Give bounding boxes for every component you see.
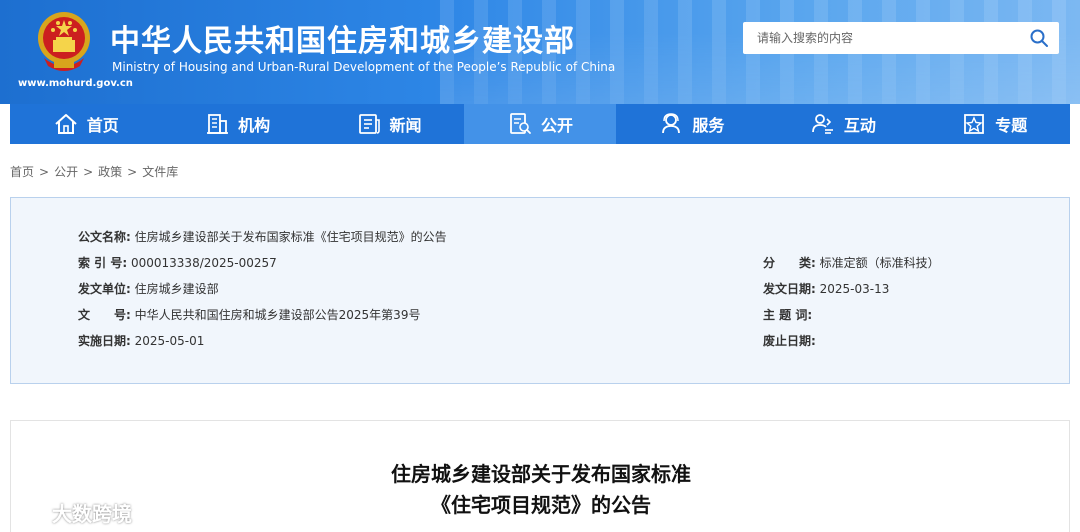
meta-date-row: 发文日期: 2025-03-13: [763, 280, 889, 297]
nav-label: 公开: [540, 116, 573, 135]
document-title-line2: 《住宅项目规范》的公告: [431, 493, 651, 517]
document-metadata: 公文名称: 住房城乡建设部关于发布国家标准《住宅项目规范》的公告 索 引 号: …: [10, 197, 1070, 384]
main-nav: 首页 机构 新闻 公开 服务 互动 专题: [10, 104, 1070, 144]
meta-effective-row: 实施日期: 2025-05-01: [78, 332, 204, 349]
meta-repeal-label: 废止日期:: [763, 334, 816, 348]
topic-icon: [964, 114, 985, 134]
watermark: 大数跨境: [10, 498, 132, 527]
nav-item-service[interactable]: 服务: [616, 104, 767, 144]
breadcrumb-separator: >: [83, 165, 94, 179]
site-url: www.mohurd.gov.cn: [18, 78, 133, 89]
nav-label: 首页: [86, 116, 119, 135]
building-icon: [207, 114, 229, 134]
nav-item-disclosure[interactable]: 公开: [464, 104, 616, 144]
watermark-text: 大数跨境: [52, 502, 132, 526]
meta-category-row: 分 类: 标准定额（标准科技）: [763, 254, 940, 271]
breadcrumb: 首页 > 公开 > 政策 > 文件库: [10, 163, 178, 180]
meta-docno-label: 文 号:: [78, 308, 131, 322]
search-icon[interactable]: [1029, 28, 1049, 48]
meta-effective-label: 实施日期:: [78, 334, 131, 348]
service-icon: [662, 113, 681, 134]
nav-item-news[interactable]: 新闻: [313, 104, 464, 144]
nav-label: 新闻: [389, 116, 422, 135]
nav-label: 机构: [238, 116, 271, 135]
home-icon: [55, 114, 77, 134]
search-input[interactable]: [743, 22, 1013, 54]
meta-name-row: 公文名称: 住房城乡建设部关于发布国家标准《住宅项目规范》的公告: [78, 228, 447, 245]
breadcrumb-home[interactable]: 首页: [10, 165, 34, 179]
watermark-logo-icon: [12, 503, 46, 522]
meta-index-row: 索 引 号: 000013338/2025-00257: [78, 254, 277, 271]
breadcrumb-separator: >: [39, 165, 50, 179]
news-icon: [358, 114, 380, 134]
breadcrumb-disclosure[interactable]: 公开: [54, 165, 78, 179]
breadcrumb-separator: >: [127, 165, 138, 179]
meta-index-label: 索 引 号:: [78, 256, 128, 270]
nav-item-topic[interactable]: 专题: [919, 104, 1070, 144]
meta-subject-label: 主 题 词:: [763, 308, 813, 322]
meta-date-value: 2025-03-13: [819, 282, 890, 296]
meta-date-label: 发文日期:: [763, 282, 816, 296]
meta-repeal-row: 废止日期:: [763, 332, 820, 349]
nav-item-interaction[interactable]: 互动: [767, 104, 918, 144]
breadcrumb-policy[interactable]: 政策: [98, 165, 122, 179]
interaction-icon: [811, 114, 833, 134]
document-content: 住房城乡建设部关于发布国家标准 《住宅项目规范》的公告: [10, 420, 1070, 532]
site-subtitle-en: Ministry of Housing and Urban-Rural Deve…: [112, 60, 616, 74]
site-title[interactable]: 中华人民共和国住房和城乡建设部: [110, 16, 575, 60]
nav-item-organization[interactable]: 机构: [161, 104, 312, 144]
meta-name-value: 住房城乡建设部关于发布国家标准《住宅项目规范》的公告: [134, 230, 447, 244]
meta-index-value: 000013338/2025-00257: [130, 256, 277, 270]
meta-category-label: 分 类:: [763, 256, 816, 270]
meta-docno-row: 文 号: 中华人民共和国住房和城乡建设部公告2025年第39号: [78, 306, 420, 323]
document-title: 住房城乡建设部关于发布国家标准 《住宅项目规范》的公告: [11, 459, 1071, 521]
disclosure-icon: [510, 113, 531, 134]
national-emblem-icon[interactable]: [36, 10, 92, 74]
breadcrumb-library[interactable]: 文件库: [142, 165, 178, 179]
nav-item-home[interactable]: 首页: [10, 104, 161, 144]
meta-category-value: 标准定额（标准科技）: [819, 256, 940, 270]
nav-label: 服务: [692, 116, 725, 135]
meta-name-label: 公文名称:: [78, 230, 131, 244]
meta-issuer-row: 发文单位: 住房城乡建设部: [78, 280, 219, 297]
site-header: www.mohurd.gov.cn 中华人民共和国住房和城乡建设部 Minist…: [0, 0, 1080, 104]
nav-label: 专题: [995, 116, 1028, 135]
meta-docno-value: 中华人民共和国住房和城乡建设部公告2025年第39号: [134, 308, 421, 322]
nav-label: 互动: [843, 116, 876, 135]
meta-issuer-value: 住房城乡建设部: [134, 282, 219, 296]
meta-effective-value: 2025-05-01: [134, 334, 205, 348]
meta-issuer-label: 发文单位:: [78, 282, 131, 296]
document-title-line1: 住房城乡建设部关于发布国家标准: [391, 462, 691, 486]
meta-subject-row: 主 题 词:: [763, 306, 816, 323]
search-box: [743, 22, 1059, 54]
